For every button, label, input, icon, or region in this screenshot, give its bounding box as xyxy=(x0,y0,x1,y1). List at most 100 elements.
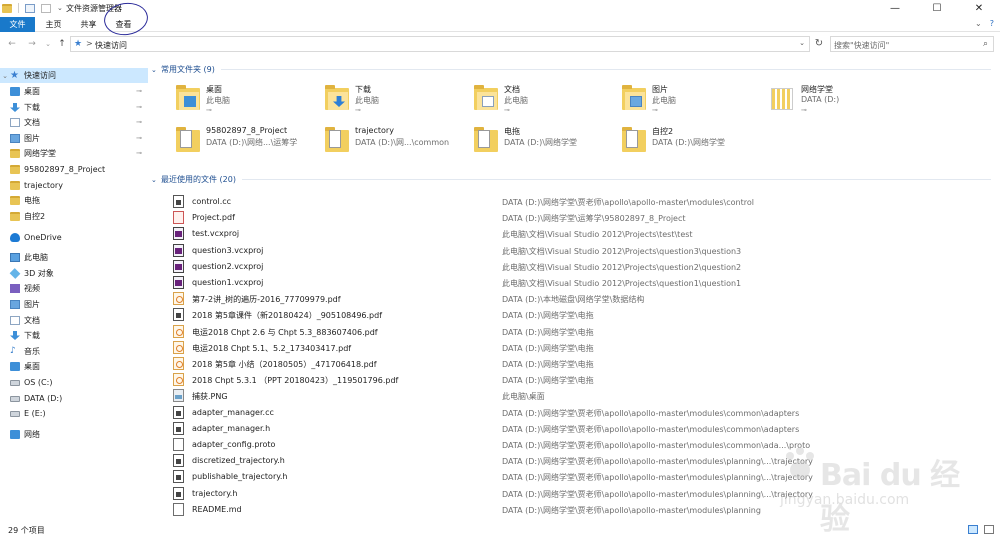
tile-name: 文档 xyxy=(504,85,520,94)
back-arrow-icon[interactable]: ← xyxy=(6,37,18,51)
frequent-folders-header[interactable]: ⌄ 常用文件夹 (9) xyxy=(151,64,991,75)
ribbon-tabs: 文件 主页 共享 查看 ⌄ ? xyxy=(0,17,1000,32)
sidebar-item-3d[interactable]: 3D 对象 xyxy=(0,266,148,281)
customize-toolbar-icon[interactable]: ⌄ xyxy=(57,4,63,12)
table-row[interactable]: adapter_manager.cc DATA (D:)\网络学堂\贾老师\apo… xyxy=(148,405,988,421)
sidebar-item-label: 下载 xyxy=(24,331,40,340)
tab-file[interactable]: 文件 xyxy=(0,17,35,32)
tile-location: DATA (D:) xyxy=(801,95,840,104)
sidebar-item-pictures[interactable]: 图片 ⊸ xyxy=(0,131,148,146)
new-folder-icon[interactable] xyxy=(41,3,51,13)
3d-objects-icon xyxy=(9,268,21,279)
tile-location: 此电脑 xyxy=(206,96,230,105)
refresh-icon[interactable]: ↻ xyxy=(812,37,826,51)
minimize-button[interactable]: — xyxy=(874,0,916,17)
table-row[interactable]: question1.vcxproj 此电脑\文档\Visual Studio 20… xyxy=(148,275,988,291)
table-row[interactable]: question2.vcxproj 此电脑\文档\Visual Studio 20… xyxy=(148,259,988,275)
tab-home[interactable]: 主页 xyxy=(40,17,67,32)
table-row[interactable]: 第7-2讲_树的遍历-2016_77709979.pdf DATA (D:)\本地… xyxy=(148,291,988,307)
table-row[interactable]: 电运2018 Chpt 2.6 与 Chpt 5.3_883607406.pdf… xyxy=(148,324,988,340)
forward-arrow-icon[interactable]: → xyxy=(26,37,38,51)
folder-tile-downloads[interactable]: 下载 此电脑 ⊸ xyxy=(323,84,471,118)
search-input[interactable]: 搜索"快速访问" ⌕ xyxy=(830,36,994,52)
sidebar-item-project[interactable]: 95802897_8_Project xyxy=(0,162,148,177)
folder-tile-trajectory[interactable]: trajectory DATA (D:)\网...\common xyxy=(323,126,471,160)
chevron-down-icon[interactable]: ⌄ xyxy=(151,176,161,184)
sidebar-item-videos[interactable]: 视频 xyxy=(0,281,148,296)
folder-icon xyxy=(174,126,200,156)
pin-icon[interactable]: ⊸ xyxy=(136,103,142,111)
help-icon[interactable]: ? xyxy=(990,19,994,28)
sidebar-item-label: 电拖 xyxy=(24,196,40,205)
address-path[interactable]: 快速访问 xyxy=(95,40,127,51)
sidebar-item-music[interactable]: ♪ 音乐 xyxy=(0,344,148,359)
sidebar-item-this-pc[interactable]: 此电脑 xyxy=(0,250,148,265)
sidebar-item-pc-documents[interactable]: 文档 xyxy=(0,313,148,328)
sidebar-item-label: 文档 xyxy=(24,316,40,325)
chevron-down-icon[interactable]: ⌄ xyxy=(151,66,161,74)
folder-icon[interactable] xyxy=(2,3,12,13)
table-row[interactable]: test.vcxproj 此电脑\文档\Visual Studio 2012\Pr… xyxy=(148,226,988,242)
file-icon xyxy=(173,405,184,419)
folder-icon xyxy=(769,84,795,114)
sidebar-item-pc-desktop[interactable]: 桌面 xyxy=(0,359,148,374)
search-icon[interactable]: ⌕ xyxy=(983,39,988,49)
chevron-down-icon[interactable]: ⌄ xyxy=(0,72,10,80)
tab-share[interactable]: 共享 xyxy=(75,17,102,32)
collapse-ribbon-icon[interactable]: ⌄ xyxy=(975,19,982,28)
sidebar-item-documents[interactable]: 文档 ⊸ xyxy=(0,115,148,130)
sidebar-item-desktop[interactable]: 桌面 ⊸ xyxy=(0,84,148,99)
sidebar-item-drive-e[interactable]: E (E:) xyxy=(0,406,148,421)
pin-icon[interactable]: ⊸ xyxy=(136,149,142,157)
recent-files-header[interactable]: ⌄ 最近使用的文件 (20) xyxy=(151,174,991,185)
maximize-button[interactable]: ☐ xyxy=(916,0,958,17)
sidebar-item-quick-access[interactable]: ⌄ ★ 快速访问 xyxy=(0,68,148,83)
table-row[interactable]: 2018 第5章课件（新20180424）_905108496.pdf DATA … xyxy=(148,307,988,323)
file-icon xyxy=(173,211,184,225)
up-arrow-icon[interactable]: ↑ xyxy=(56,37,68,51)
folder-tile-documents[interactable]: 文档 此电脑 ⊸ xyxy=(472,84,620,118)
sidebar-item-zikong2[interactable]: 自控2 xyxy=(0,209,148,224)
table-row[interactable]: 2018 第5章 小结（20180505）_471706418.pdf DATA … xyxy=(148,356,988,372)
sidebar-item-pc-downloads[interactable]: 下载 xyxy=(0,328,148,343)
sidebar-item-drive-c[interactable]: OS (C:) xyxy=(0,375,148,390)
window-controls: — ☐ ✕ xyxy=(874,0,1000,17)
folder-tile-wangluo[interactable]: 网络学堂 DATA (D:) ⊸ xyxy=(769,84,917,118)
close-button[interactable]: ✕ xyxy=(958,0,1000,17)
sidebar-item-drive-d[interactable]: DATA (D:) xyxy=(0,391,148,406)
sidebar-item-downloads[interactable]: 下载 ⊸ xyxy=(0,100,148,115)
sidebar-item-diantuo[interactable]: 电拖 xyxy=(0,193,148,208)
pin-icon[interactable]: ⊸ xyxy=(136,87,142,95)
table-row[interactable]: control.cc DATA (D:)\网络学堂\贾老师\apollo\apol… xyxy=(148,194,988,210)
table-row[interactable]: 捕获.PNG 此电脑\桌面 xyxy=(148,388,988,404)
sidebar-item-network[interactable]: 网络 xyxy=(0,427,148,442)
sidebar-item-wangluo[interactable]: 网络学堂 ⊸ xyxy=(0,146,148,161)
tile-location: DATA (D:)\网...\common xyxy=(355,138,450,147)
downloads-icon xyxy=(10,103,20,112)
sidebar-item-pc-pictures[interactable]: 图片 xyxy=(0,297,148,312)
table-row[interactable]: 电运2018 Chpt 5.1、5.2_173403417.pdf DATA (D… xyxy=(148,340,988,356)
properties-icon[interactable] xyxy=(25,3,35,13)
sidebar-item-onedrive[interactable]: OneDrive xyxy=(0,230,148,245)
chevron-down-icon[interactable]: ⌄ xyxy=(799,39,805,47)
sidebar-item-trajectory[interactable]: trajectory xyxy=(0,178,148,193)
pin-icon[interactable]: ⊸ xyxy=(136,134,142,142)
folder-tile-pictures[interactable]: 图片 此电脑 ⊸ xyxy=(620,84,768,118)
search-placeholder: 搜索"快速访问" xyxy=(834,41,890,50)
recent-locations-icon[interactable]: ⌄ xyxy=(42,37,54,51)
table-row[interactable]: Project.pdf DATA (D:)\网络学堂\运筹学\95802897_8… xyxy=(148,210,988,226)
table-row[interactable]: question3.vcxproj 此电脑\文档\Visual Studio 20… xyxy=(148,243,988,259)
folder-tile-diantuo[interactable]: 电拖 DATA (D:)\网络学堂 xyxy=(472,126,620,160)
table-row[interactable]: 2018 Chpt 5.3.1 （PPT 20180423）_119501796… xyxy=(148,372,988,388)
folder-tile-desktop[interactable]: 桌面 此电脑 ⊸ xyxy=(174,84,322,118)
address-bar[interactable]: ★ > 快速访问 ⌄ xyxy=(70,36,810,52)
folder-tile-zikong2[interactable]: 自控2 DATA (D:)\网络学堂 xyxy=(620,126,768,160)
pin-icon[interactable]: ⊸ xyxy=(136,118,142,126)
quick-access-toolbar: ⌄ xyxy=(2,3,63,13)
table-row[interactable]: adapter_manager.h DATA (D:)\网络学堂\贾老师\apol… xyxy=(148,421,988,437)
file-icon xyxy=(173,438,184,451)
large-icons-view-icon[interactable] xyxy=(984,525,994,534)
chevron-right-icon[interactable]: > xyxy=(86,39,93,48)
folder-tile-project[interactable]: 95802897_8_Project DATA (D:)\网络...\运筹学 xyxy=(174,126,322,160)
sidebar-item-label: OneDrive xyxy=(24,233,62,242)
